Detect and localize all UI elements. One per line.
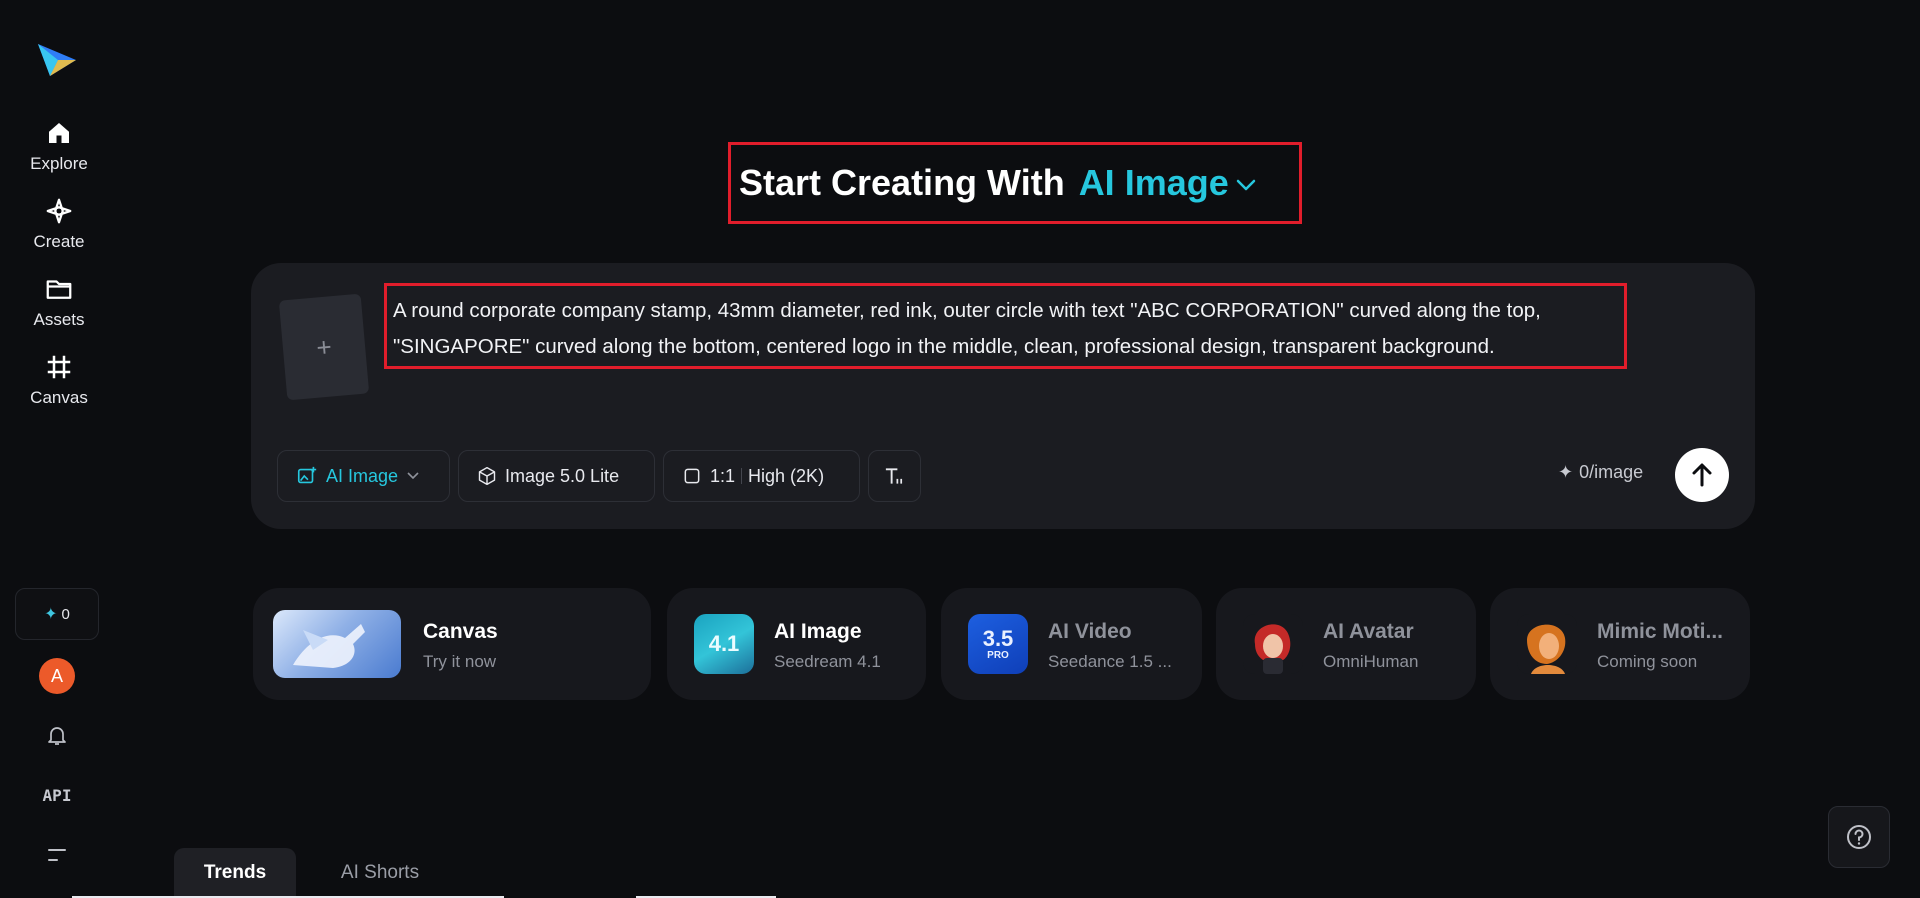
api-link[interactable]: API [40, 778, 74, 812]
feature-title: AI Video [1048, 620, 1132, 643]
feature-subtitle: Seedream 4.1 [774, 652, 881, 671]
ratio-label: 1:1 [710, 465, 736, 486]
sidebar-item-canvas[interactable]: Canvas [14, 352, 104, 422]
chevron-down-icon [407, 472, 419, 480]
help-circle-icon [1847, 825, 1871, 849]
sidebar-item-label: Canvas [30, 388, 88, 407]
sidebar-item-label: Explore [30, 154, 88, 173]
sidebar-item-label: Assets [33, 310, 85, 329]
sidebar-item-label: Create [33, 232, 85, 251]
feature-title: Canvas [423, 620, 498, 643]
user-avatar[interactable]: A [39, 658, 75, 694]
feature-card-ai-video[interactable]: 3.5 PRO AI Video Seedance 1.5 ... [941, 588, 1202, 700]
credits-balance[interactable]: ✦ 0 [15, 588, 99, 640]
quality-label: High (2K) [748, 465, 825, 486]
text-format-icon [885, 468, 903, 484]
feature-subtitle: Seedance 1.5 ... [1048, 652, 1172, 671]
feature-card-ai-avatar[interactable]: AI Avatar OmniHuman [1216, 588, 1476, 700]
app-logo[interactable] [36, 40, 78, 80]
cost-label: 0/image [1579, 462, 1644, 482]
sidebar-item-explore[interactable]: Explore [14, 118, 104, 188]
canvas-grid-icon [47, 355, 71, 379]
prompt-input[interactable]: A round corporate company stamp, 43mm di… [384, 283, 1627, 369]
generate-button[interactable] [1675, 448, 1729, 502]
folder-icon [46, 280, 72, 299]
ai-avatar-thumbnail [1243, 614, 1303, 674]
home-icon [49, 123, 69, 143]
feature-card-canvas[interactable]: Canvas Try it now [253, 588, 651, 700]
feature-title: AI Avatar [1323, 620, 1414, 643]
feature-subtitle: OmniHuman [1323, 652, 1419, 671]
prompt-text[interactable]: A round corporate company stamp, 43mm di… [393, 293, 1618, 365]
ratio-quality-selector[interactable]: 1:1 High (2K) [663, 450, 860, 502]
app-root: Explore Create Assets Canvas ✦ 0 A API S… [0, 0, 1920, 898]
ai-video-thumbnail: 3.5 PRO [968, 614, 1028, 674]
square-ratio-icon [684, 468, 700, 484]
help-button[interactable] [1828, 806, 1890, 868]
mode-selector-label: AI Image [326, 465, 399, 486]
page-title: Start Creating With AI Image [728, 142, 1302, 224]
sparkle-icon: ✦ [1558, 462, 1574, 482]
feature-subtitle: Coming soon [1597, 652, 1698, 671]
reference-image-upload[interactable]: + [278, 293, 370, 401]
feature-card-ai-image[interactable]: 4.1 AI Image Seedream 4.1 [667, 588, 926, 700]
divider [741, 468, 743, 484]
image-plus-icon [297, 466, 317, 484]
sidebar: Explore Create Assets Canvas ✦ 0 A API [0, 0, 118, 898]
cube-icon [478, 466, 496, 486]
thumbnail-badge-sub: PRO [987, 649, 1009, 661]
mimic-motion-thumbnail [1517, 614, 1577, 674]
mode-selector[interactable]: AI Image [277, 450, 450, 502]
sparkle-icon: ✦ [44, 606, 58, 623]
feature-title: Mimic Moti... [1597, 620, 1723, 643]
thumbnail-badge: 3.5 [982, 625, 1014, 651]
menu-icon[interactable] [40, 838, 74, 872]
feature-subtitle: Try it now [423, 652, 497, 671]
sidebar-item-create[interactable]: Create [14, 196, 104, 266]
sidebar-item-assets[interactable]: Assets [14, 274, 104, 344]
tab-ai-shorts[interactable]: AI Shorts [318, 848, 442, 898]
thumbnail-badge: 4.1 [708, 631, 740, 656]
chevron-down-icon[interactable] [1235, 178, 1257, 192]
ai-image-thumbnail: 4.1 [694, 614, 754, 674]
feature-title: AI Image [774, 620, 862, 643]
mode-dropdown[interactable]: AI Image [1079, 162, 1229, 204]
model-selector-label: Image 5.0 Lite [505, 465, 620, 486]
canvas-thumbnail [273, 610, 401, 678]
tab-trends[interactable]: Trends [174, 848, 296, 898]
generation-cost: ✦ 0/image [1558, 462, 1643, 483]
arrow-up-icon [1692, 463, 1712, 487]
text-style-button[interactable] [868, 450, 921, 502]
feature-card-mimic-motion[interactable]: Mimic Moti... Coming soon [1490, 588, 1750, 700]
model-selector[interactable]: Image 5.0 Lite [458, 450, 655, 502]
sparkle-icon [46, 198, 72, 224]
plus-icon: + [315, 330, 333, 363]
notification-bell-icon[interactable] [40, 718, 74, 752]
credits-count: 0 [61, 605, 70, 623]
title-prefix: Start Creating With [739, 162, 1065, 203]
